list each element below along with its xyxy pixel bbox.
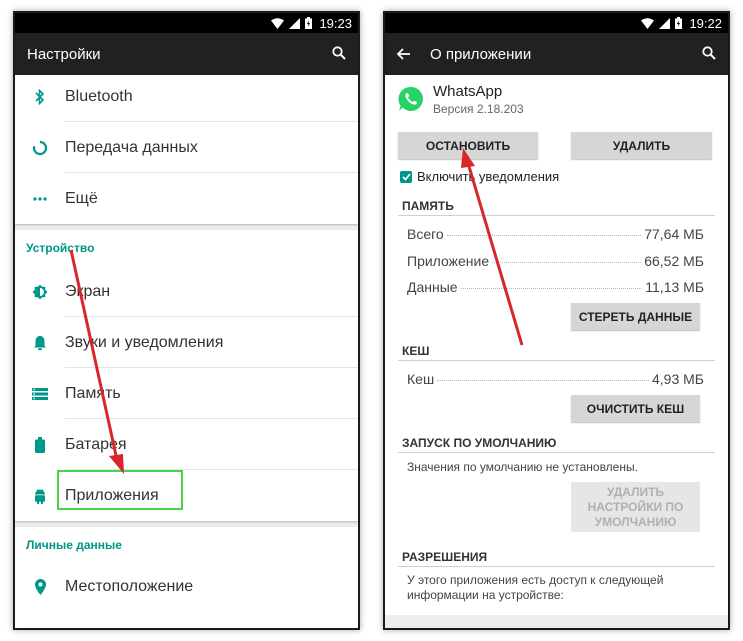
battery-status-icon <box>675 17 683 29</box>
memory-row-total: Всего 77,64 МБ <box>407 226 704 242</box>
battery-icon <box>35 436 45 453</box>
status-time: 19:22 <box>689 15 722 31</box>
settings-item-location[interactable]: Местоположение <box>15 563 358 611</box>
settings-item-storage[interactable]: Память <box>15 368 358 419</box>
settings-item-data-usage[interactable]: Передача данных <box>15 122 358 173</box>
settings-item-display[interactable]: Экран <box>15 266 358 317</box>
row-label: Кеш <box>407 371 435 387</box>
wifi-icon <box>271 17 285 29</box>
settings-item-label: Передача данных <box>65 138 198 156</box>
permissions-section-title: РАЗРЕШЕНИЯ <box>402 550 488 564</box>
row-label: Всего <box>407 226 444 242</box>
clear-defaults-button[interactable]: УДАЛИТЬ НАСТРОЙКИ ПО УМОЛЧАНИЮ <box>571 482 700 532</box>
settings-item-label: Звуки и уведомления <box>65 333 224 351</box>
data-usage-icon <box>32 140 48 155</box>
section-divider <box>398 215 715 216</box>
status-bar: 19:22 <box>385 13 728 33</box>
location-icon <box>34 579 46 595</box>
brightness-icon <box>32 284 48 299</box>
app-version: Версия 2.18.203 <box>433 101 524 116</box>
page-title: О приложении <box>430 45 532 63</box>
force-stop-button[interactable]: ОСТАНОВИТЬ <box>398 132 538 159</box>
battery-status-icon <box>305 17 313 29</box>
signal-icon <box>659 17 671 29</box>
personal-card: Личные данные Местоположение <box>15 527 358 628</box>
settings-item-label: Местоположение <box>65 578 194 595</box>
memory-section-title: ПАМЯТЬ <box>402 199 454 213</box>
clear-cache-button[interactable]: ОЧИСТИТЬ КЕШ <box>571 395 700 422</box>
memory-row-data: Данные 11,13 МБ <box>407 279 704 295</box>
defaults-note: Значения по умолчанию не установлены. <box>407 460 638 474</box>
search-icon[interactable] <box>702 46 716 60</box>
settings-item-label: Батарея <box>65 435 127 453</box>
back-arrow-icon[interactable] <box>397 48 410 60</box>
cache-row: Кеш 4,93 МБ <box>407 371 704 387</box>
wifi-icon <box>641 17 655 29</box>
section-header-personal: Личные данные <box>26 538 122 552</box>
section-divider <box>398 566 715 567</box>
section-divider <box>398 452 715 453</box>
row-label: Приложение <box>407 253 490 269</box>
checkmark-icon <box>401 172 411 181</box>
settings-item-bluetooth[interactable]: Bluetooth <box>15 72 358 122</box>
wireless-card: Bluetooth Передача данных Ещё <box>15 72 358 224</box>
more-dots-icon <box>33 196 47 201</box>
app-info-panel: WhatsApp Версия 2.18.203 ОСТАНОВИТЬ УДАЛ… <box>385 75 728 615</box>
status-bar: 19:23 <box>15 13 358 33</box>
settings-item-label: Память <box>65 384 121 402</box>
app-info-screen: 19:22 О приложении WhatsApp Версия 2.18.… <box>385 13 728 628</box>
defaults-section-title: ЗАПУСК ПО УМОЛЧАНИЮ <box>402 436 557 450</box>
section-divider <box>398 360 715 361</box>
notifications-label: Включить уведомления <box>417 169 560 184</box>
checkbox[interactable] <box>400 170 412 183</box>
uninstall-button[interactable]: УДАЛИТЬ <box>571 132 712 159</box>
app-toolbar: О приложении <box>385 33 728 75</box>
notifications-checkbox-row[interactable]: Включить уведомления <box>400 169 559 184</box>
storage-icon <box>32 387 48 400</box>
cache-section-title: КЕШ <box>402 344 430 358</box>
android-icon <box>35 488 45 504</box>
section-header-device: Устройство <box>26 241 95 255</box>
app-toolbar: Настройки <box>15 33 358 75</box>
permissions-note: У этого приложения есть доступ к следующ… <box>407 573 664 602</box>
settings-item-label: Экран <box>65 282 111 300</box>
page-title: Настройки <box>27 45 101 63</box>
status-time: 19:23 <box>319 15 352 31</box>
app-header: WhatsApp Версия 2.18.203 <box>397 75 716 123</box>
settings-item-more[interactable]: Ещё <box>15 173 358 224</box>
memory-row-app: Приложение 66,52 МБ <box>407 253 704 269</box>
settings-item-sounds[interactable]: Звуки и уведомления <box>15 317 358 368</box>
row-value: 4,93 МБ <box>652 371 704 387</box>
row-value: 66,52 МБ <box>644 253 704 269</box>
clear-data-button[interactable]: СТЕРЕТЬ ДАННЫЕ <box>571 303 700 330</box>
settings-item-label: Ещё <box>65 189 98 207</box>
signal-icon <box>289 17 301 29</box>
settings-item-label: Bluetooth <box>65 88 133 105</box>
row-label: Данные <box>407 279 458 295</box>
row-value: 77,64 МБ <box>644 226 704 242</box>
bluetooth-icon <box>35 89 45 105</box>
app-name: WhatsApp <box>433 82 503 100</box>
bell-icon <box>34 335 46 350</box>
settings-item-battery[interactable]: Батарея <box>15 419 358 470</box>
settings-screen: 19:23 Настройки Bluetooth Передача данны… <box>15 13 358 628</box>
search-icon[interactable] <box>332 46 346 60</box>
row-value: 11,13 МБ <box>645 279 704 295</box>
whatsapp-logo-icon <box>398 86 423 111</box>
highlight-box <box>57 470 183 510</box>
